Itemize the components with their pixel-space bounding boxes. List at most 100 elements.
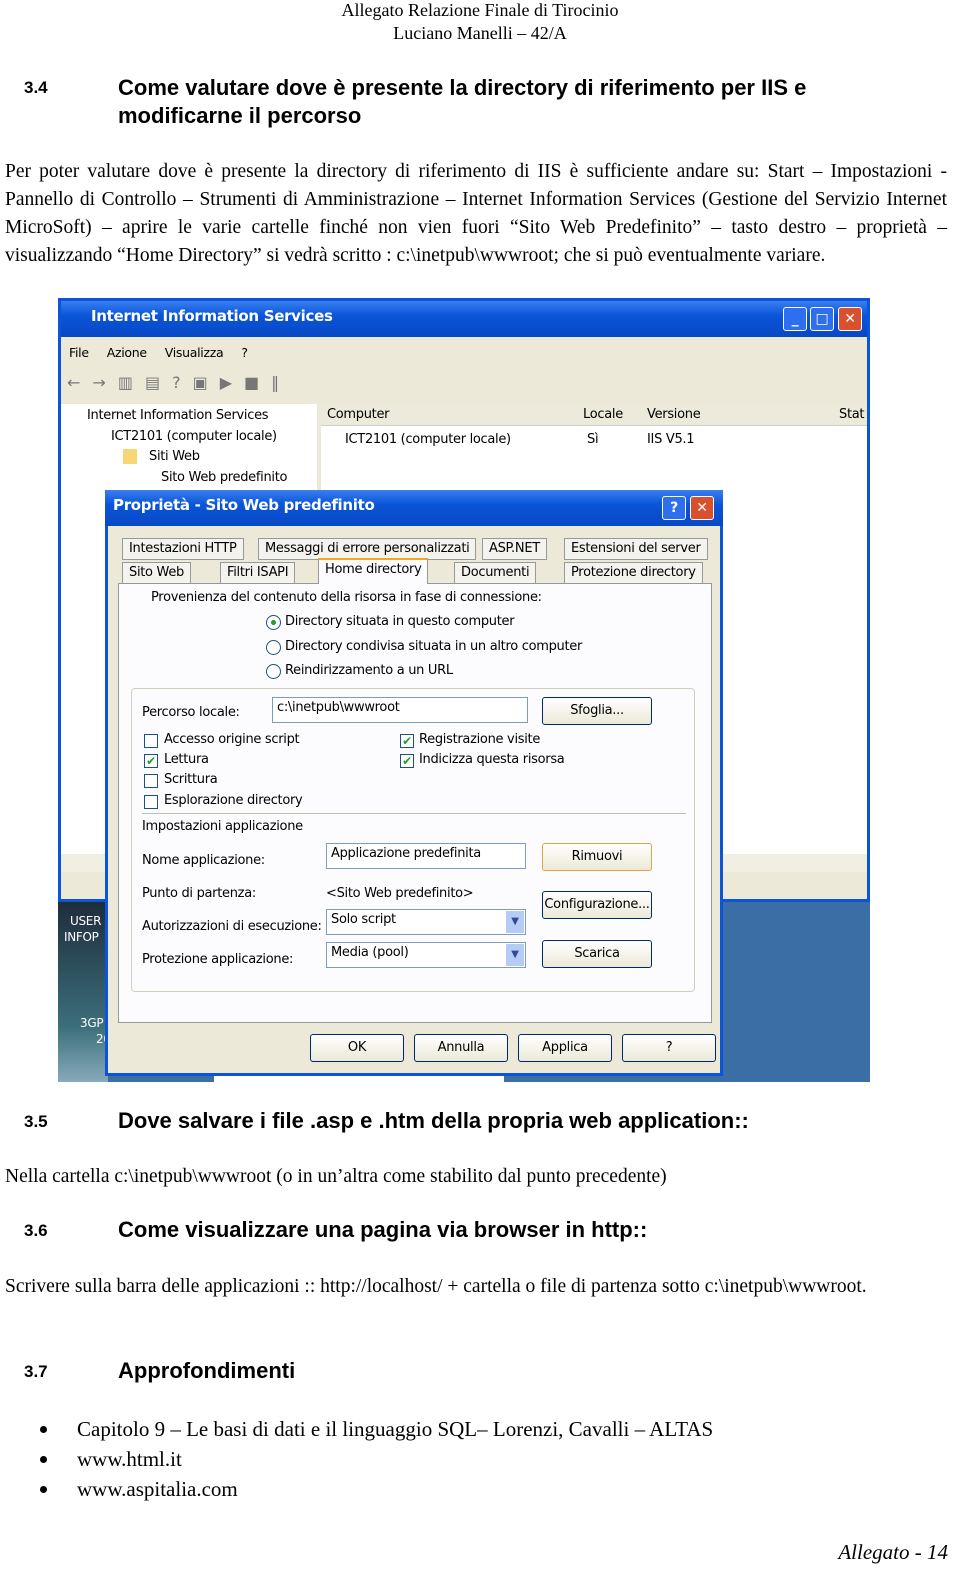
apply-button[interactable]: Applica (518, 1034, 612, 1062)
section-number: 3.4 (24, 78, 48, 97)
checkbox-script-source-access[interactable] (144, 734, 158, 748)
app-settings-heading: Impostazioni applicazione (142, 819, 303, 834)
desktop-background: USER INFOP 3GP 20 (58, 898, 111, 1082)
radio-label: Directory condivisa situata in un altro … (285, 639, 583, 654)
checkbox-read[interactable]: ✔ (144, 754, 158, 768)
checkbox-log-visits[interactable]: ✔ (400, 734, 414, 748)
tab-documenti[interactable]: Documenti (454, 562, 537, 584)
tree-item[interactable]: ICT2101 (computer locale) (111, 429, 277, 444)
checkbox-index-resource[interactable]: ✔ (400, 754, 414, 768)
list-cell[interactable]: ICT2101 (computer locale) (345, 432, 511, 447)
section-number: 3.6 (24, 1221, 48, 1240)
select-value: Media (pool) (331, 945, 409, 960)
tab-aspnet[interactable]: ASP.NET (482, 538, 547, 560)
help-icon[interactable]: ? (172, 373, 193, 392)
tab-home-directory[interactable]: Home directory (318, 558, 429, 584)
column-header[interactable]: Locale (583, 407, 623, 422)
dialog-title: Proprietà - Sito Web predefinito (113, 496, 375, 514)
maximize-button[interactable]: □ (810, 307, 834, 331)
export-icon[interactable]: ▤ (145, 373, 172, 392)
properties-dialog: Proprietà - Sito Web predefinito ? ✕ Int… (105, 490, 723, 1076)
help-title-button[interactable]: ? (662, 496, 686, 520)
cancel-button[interactable]: Annulla (414, 1034, 508, 1062)
list-item: www.aspitalia.com (40, 1474, 713, 1504)
checkbox-label: Accesso origine script (164, 732, 300, 747)
list-cell: IIS V5.1 (647, 432, 695, 447)
toolbar: ←→▥▤?▣▶■‖ (67, 373, 291, 392)
minimize-button[interactable]: _ (783, 307, 807, 331)
close-button[interactable]: ✕ (690, 496, 714, 520)
desktop-label: USER (70, 914, 102, 928)
menu-file[interactable]: File (69, 345, 89, 360)
menu-bar: File Azione Visualizza ? (69, 345, 248, 360)
tab-estensioni-server[interactable]: Estensioni del server (564, 538, 708, 560)
local-path-input[interactable]: c:\inetpub\wwwroot (272, 697, 528, 723)
checkbox-directory-browsing[interactable] (144, 795, 158, 809)
header-line-1: Allegato Relazione Finale di Tirocinio (341, 0, 619, 20)
radio-local-directory[interactable] (266, 615, 281, 630)
section-3-4-heading: 3.4 Come valutare dove è presente la dir… (0, 74, 960, 134)
forward-icon[interactable]: → (92, 373, 117, 392)
ok-button[interactable]: OK (310, 1034, 404, 1062)
pause-icon[interactable]: ‖ (271, 373, 291, 392)
exec-permissions-select[interactable]: Solo script ▼ (326, 909, 526, 935)
checkbox-label: Registrazione visite (419, 732, 541, 747)
section-title: Approfondimenti (118, 1358, 296, 1383)
menu-visualizza[interactable]: Visualizza (165, 345, 224, 360)
checkbox-write[interactable] (144, 774, 158, 788)
tab-intestazioni-http[interactable]: Intestazioni HTTP (122, 538, 244, 560)
tree-item[interactable]: Internet Information Services (87, 408, 269, 423)
app-name-label: Nome applicazione: (142, 853, 265, 868)
menu-help[interactable]: ? (241, 345, 248, 360)
tab-filtri-isapi[interactable]: Filtri ISAPI (220, 562, 296, 584)
column-header[interactable]: Versione (647, 407, 701, 422)
tree-toggle-icon[interactable]: ▥ (118, 373, 145, 392)
unload-button[interactable]: Scarica (542, 940, 652, 968)
start-point-value: <Sito Web predefinito> (326, 886, 474, 901)
app-protection-select[interactable]: Media (pool) ▼ (326, 942, 526, 968)
stop-icon[interactable]: ■ (244, 373, 271, 392)
play-icon[interactable]: ▶ (220, 373, 244, 392)
tab-protezione-directory[interactable]: Protezione directory (564, 562, 703, 584)
tree-item[interactable]: Siti Web (123, 449, 200, 464)
column-header[interactable]: Computer (327, 407, 390, 422)
source-label: Provenienza del contenuto della risorsa … (151, 590, 542, 605)
app-name-input[interactable]: Applicazione predefinita (326, 843, 526, 869)
help-button[interactable]: ? (622, 1034, 716, 1062)
paragraph-3-5: Nella cartella c:\inetpub\wwwroot (o in … (5, 1166, 667, 1187)
radio-redirect-url[interactable] (266, 664, 281, 679)
chevron-down-icon[interactable]: ▼ (506, 911, 524, 933)
configuration-button[interactable]: Configurazione... (542, 891, 652, 919)
checkbox-label: Indicizza questa risorsa (419, 752, 565, 767)
checkbox-label: Lettura (164, 752, 209, 767)
menu-azione[interactable]: Azione (107, 345, 147, 360)
window-title: Internet Information Services (91, 307, 333, 325)
section-3-5-heading: 3.5 Dove salvare i file .asp e .htm dell… (0, 1108, 960, 1138)
divider (142, 813, 686, 814)
local-path-label: Percorso locale: (142, 705, 240, 720)
remove-button[interactable]: Rimuovi (542, 843, 652, 871)
checkbox-label: Scrittura (164, 772, 218, 787)
back-icon[interactable]: ← (67, 373, 92, 392)
tree-item[interactable]: Sito Web predefinito (161, 470, 287, 485)
paragraph-3-4: Per poter valutare dove è presente la di… (5, 161, 947, 266)
app-protection-label: Protezione applicazione: (142, 952, 294, 967)
tab-panel: Provenienza del contenuto della risorsa … (118, 583, 712, 1023)
browse-button[interactable]: Sfoglia... (542, 697, 652, 725)
close-button[interactable]: ✕ (838, 307, 862, 331)
tab-messaggi-errore[interactable]: Messaggi di errore personalizzati (258, 538, 477, 560)
section-title: Dove salvare i file .asp e .htm della pr… (118, 1108, 749, 1133)
desktop-label: INFOP (64, 930, 99, 944)
chevron-down-icon[interactable]: ▼ (506, 944, 524, 966)
column-header[interactable]: Stat (839, 407, 865, 422)
list-item: www.html.it (40, 1444, 713, 1474)
exec-permissions-label: Autorizzazioni di esecuzione: (142, 919, 322, 934)
section-3-7-heading: 3.7 Approfondimenti (0, 1358, 960, 1388)
computer-icon[interactable]: ▣ (193, 373, 220, 392)
select-value: Solo script (331, 912, 396, 927)
section-3-6-heading: 3.6 Come visualizzare una pagina via bro… (0, 1217, 960, 1247)
tab-sito-web[interactable]: Sito Web (122, 562, 191, 584)
radio-shared-directory[interactable] (266, 640, 281, 655)
desktop-label: 3GP (80, 1016, 104, 1030)
radio-label: Reindirizzamento a un URL (285, 663, 453, 678)
